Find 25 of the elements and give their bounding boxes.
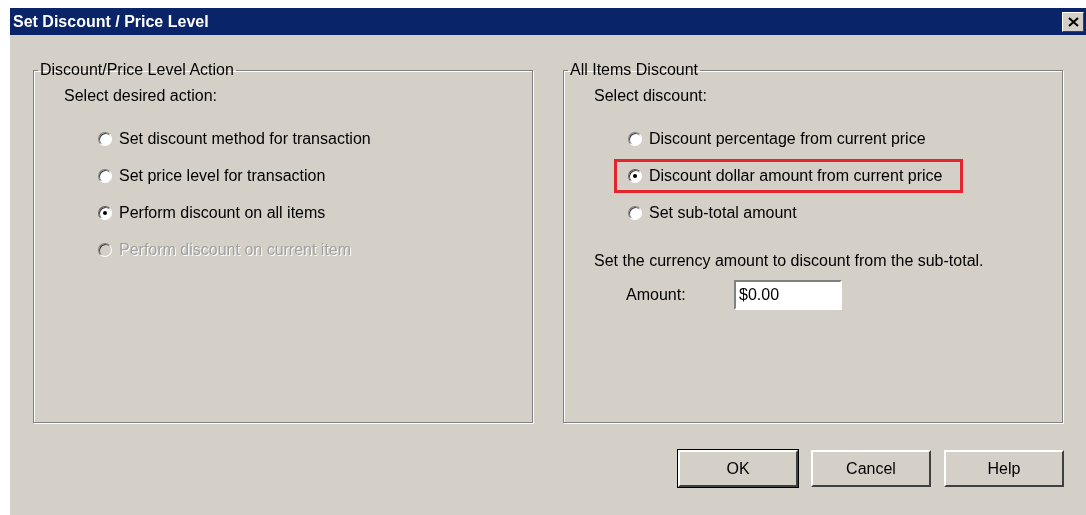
radio-button[interactable] <box>98 206 112 220</box>
group-title: All Items Discount <box>569 61 700 79</box>
description-text: Set the currency amount to discount from the sub-total. <box>594 252 985 270</box>
radio-option[interactable]: Set discount method for transaction <box>98 130 371 148</box>
amount-field[interactable]: $0.00 <box>734 280 842 310</box>
dialog-button[interactable]: OK <box>678 450 798 487</box>
radio-option[interactable]: Set sub-total amount <box>628 204 797 222</box>
dialog-button[interactable]: Cancel <box>811 450 931 487</box>
close-icon <box>1067 16 1079 27</box>
radio-option[interactable]: Perform discount on all items <box>98 204 326 222</box>
amount-label: Amount: <box>626 286 687 304</box>
radio-option[interactable]: Set price level for transaction <box>98 167 326 185</box>
radio-option[interactable]: Discount percentage from current price <box>628 130 926 148</box>
prompt-text: Select desired action: <box>64 87 218 105</box>
radio-option[interactable]: Discount dollar amount from current price <box>628 167 943 185</box>
group-title: Discount/Price Level Action <box>39 61 235 79</box>
dialog-button[interactable]: Help <box>944 450 1064 487</box>
radio-button[interactable] <box>628 132 642 146</box>
radio-button[interactable] <box>628 169 642 183</box>
radio-button[interactable] <box>98 169 112 183</box>
close-button[interactable] <box>1062 11 1084 32</box>
radio-button[interactable] <box>628 206 642 220</box>
window-title: Set Discount / Price Level <box>13 12 209 31</box>
radio-button[interactable] <box>98 132 112 146</box>
prompt-text: Select discount: <box>594 87 708 105</box>
